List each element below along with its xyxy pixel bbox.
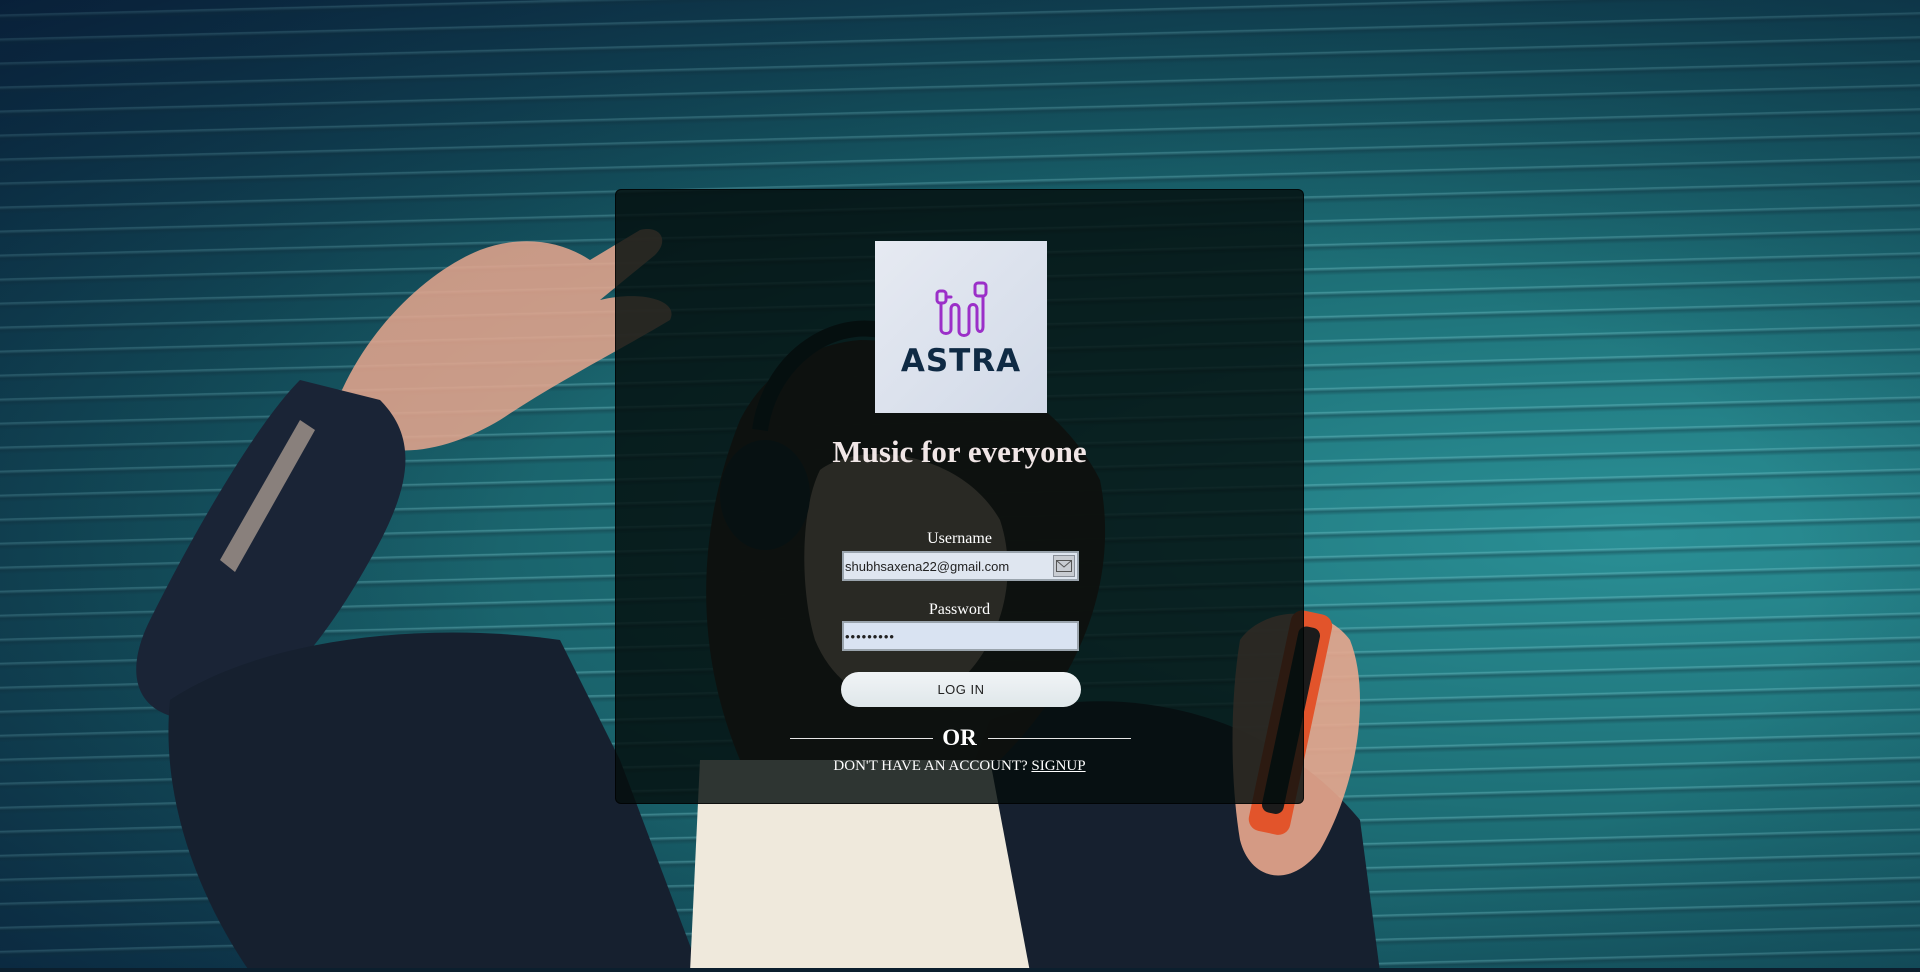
password-label: Password <box>928 601 991 618</box>
tagline: Music for everyone <box>832 434 1087 469</box>
password-value: ••••••••• <box>845 628 895 644</box>
logo-wordmark: ASTRA <box>900 343 1022 379</box>
signup-prompt: DON'T HAVE AN ACCOUNT? SIGNUP <box>616 758 1303 775</box>
login-button[interactable]: LOG IN <box>841 672 1081 707</box>
or-divider: OR <box>616 723 1303 753</box>
astra-logo: ASTRA <box>875 241 1047 413</box>
username-label: Username <box>927 530 992 547</box>
no-account-text: DON'T HAVE AN ACCOUNT? <box>833 758 1028 774</box>
or-text: OR <box>942 725 977 750</box>
mail-icon[interactable] <box>1053 555 1075 577</box>
username-value: shubhsaxena22@gmail.com <box>845 558 1010 574</box>
login-card: ASTRA Music for everyone Username shubhs… <box>615 189 1304 804</box>
username-input[interactable]: shubhsaxena22@gmail.com <box>842 551 1079 581</box>
password-input[interactable]: ••••••••• <box>842 621 1079 651</box>
divider-line-right <box>988 738 1131 739</box>
signup-link[interactable]: SIGNUP <box>1031 758 1085 774</box>
bottom-edge <box>0 968 1920 972</box>
earphones-icon <box>935 281 988 337</box>
